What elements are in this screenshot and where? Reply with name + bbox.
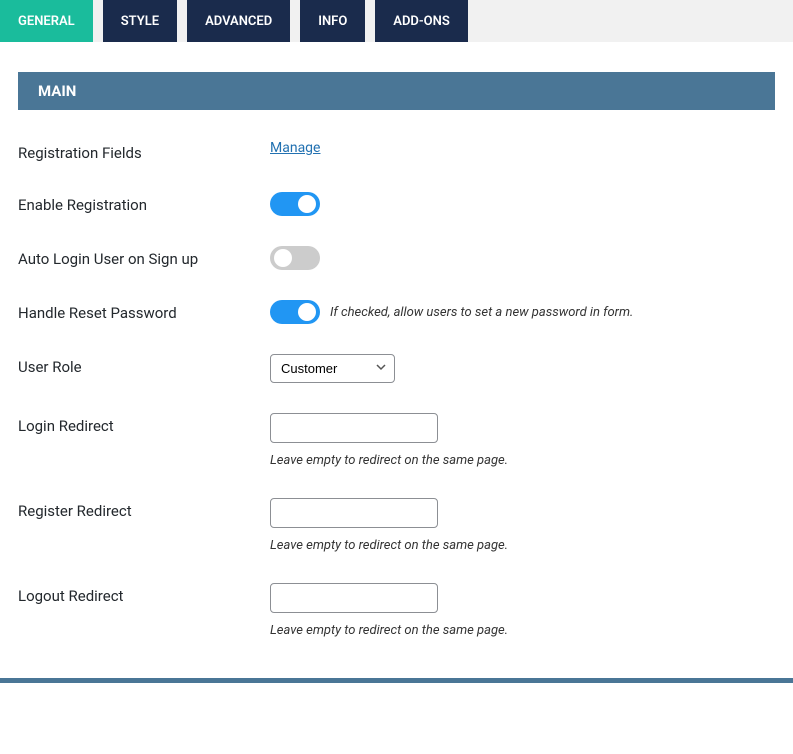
section-header-main: MAIN [18, 72, 775, 110]
hint-logout-redirect: Leave empty to redirect on the same page… [270, 623, 775, 638]
label-registration-fields: Registration Fields [18, 140, 270, 162]
row-enable-registration: Enable Registration [18, 162, 775, 216]
toggle-handle-reset-password[interactable] [270, 300, 320, 324]
row-registration-fields: Registration Fields Manage [18, 110, 775, 162]
hint-register-redirect: Leave empty to redirect on the same page… [270, 538, 775, 553]
label-login-redirect: Login Redirect [18, 413, 270, 435]
tab-add-ons[interactable]: ADD-ONS [375, 0, 467, 42]
select-user-role[interactable]: Customer [270, 354, 395, 383]
tab-info[interactable]: INFO [300, 0, 365, 42]
row-auto-login: Auto Login User on Sign up [18, 216, 775, 270]
tab-general[interactable]: GENERAL [0, 0, 93, 42]
row-user-role: User Role Customer [18, 324, 775, 383]
row-register-redirect: Register Redirect Leave empty to redirec… [18, 468, 775, 553]
row-login-redirect: Login Redirect Leave empty to redirect o… [18, 383, 775, 468]
toggle-knob [298, 195, 316, 213]
bottom-bar [0, 678, 793, 683]
label-register-redirect: Register Redirect [18, 498, 270, 520]
tabs-bar: GENERAL STYLE ADVANCED INFO ADD-ONS [0, 0, 793, 42]
row-logout-redirect: Logout Redirect Leave empty to redirect … [18, 553, 775, 638]
input-login-redirect[interactable] [270, 413, 438, 443]
toggle-auto-login[interactable] [270, 246, 320, 270]
label-auto-login: Auto Login User on Sign up [18, 246, 270, 268]
toggle-knob [274, 249, 292, 267]
toggle-knob [298, 303, 316, 321]
label-handle-reset-password: Handle Reset Password [18, 300, 270, 322]
input-logout-redirect[interactable] [270, 583, 438, 613]
toggle-enable-registration[interactable] [270, 192, 320, 216]
input-register-redirect[interactable] [270, 498, 438, 528]
tab-style[interactable]: STYLE [103, 0, 177, 42]
hint-handle-reset-password: If checked, allow users to set a new pas… [330, 305, 633, 320]
label-enable-registration: Enable Registration [18, 192, 270, 214]
label-logout-redirect: Logout Redirect [18, 583, 270, 605]
hint-login-redirect: Leave empty to redirect on the same page… [270, 453, 775, 468]
row-handle-reset-password: Handle Reset Password If checked, allow … [18, 270, 775, 324]
manage-link[interactable]: Manage [270, 140, 320, 156]
tab-advanced[interactable]: ADVANCED [187, 0, 290, 42]
label-user-role: User Role [18, 354, 270, 376]
